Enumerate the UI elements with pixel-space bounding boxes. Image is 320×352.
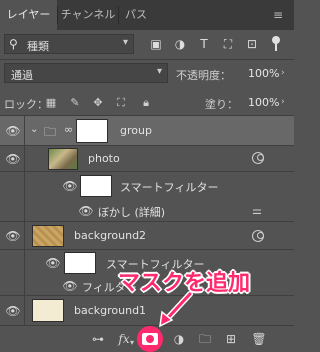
new-group-icon[interactable]: 🗀︎ [197,331,213,347]
folder-icon: 🗀︎ [44,125,57,139]
divider [24,146,25,172]
layer-row[interactable]: 👁︎ background1 [0,296,294,325]
tab-paths[interactable]: パス [119,0,153,30]
layers-toolbar: ⊶ fx ▾ ◑ 🗀︎ ⊞ 🗑︎ [0,325,294,352]
eye-icon[interactable]: 👁︎ [5,124,21,138]
lock-label: ロック： [4,98,48,111]
layer-name[interactable]: photo [88,152,120,165]
opacity-input[interactable]: 100% [248,67,279,80]
tab-channels[interactable]: チャンネル [58,0,118,30]
callout-arrow [159,291,193,328]
filter-options-icon[interactable]: ⚌ [252,204,262,217]
adjustment-layer-icon[interactable]: ◑ [171,331,187,347]
filter-name[interactable]: ぼかし (詳細) [98,204,165,220]
type-filter-icon[interactable]: T [196,36,212,52]
divider [24,276,25,296]
lock-position-icon[interactable]: ✥ [91,96,105,110]
tab-layers[interactable]: レイヤー [0,0,57,30]
filter-kind-select[interactable]: ⚲ 種類 ▾ [4,34,134,54]
blend-mode-value: 通過 [11,69,33,82]
adjustment-filter-icon[interactable]: ◑ [172,36,188,52]
smart-object-filter-icon[interactable]: ⊡ [244,36,260,52]
divider [24,250,25,276]
layer-thumbnail[interactable] [32,299,64,322]
divider [24,116,25,146]
divider [0,59,294,60]
eye-icon[interactable]: 👁︎ [78,204,94,218]
add-mask-button[interactable] [142,333,158,345]
smart-filter-mask-thumbnail[interactable] [80,175,112,197]
chevron-down-icon[interactable]: ⌄ [30,124,38,135]
divider [24,172,25,200]
pixel-filter-icon[interactable]: ▣ [148,36,164,52]
layer-mask-thumbnail[interactable] [76,119,108,143]
layer-name[interactable]: background1 [74,304,146,317]
lock-all-icon[interactable]: 🔒︎ [139,96,153,110]
link-icon: ∞ [64,123,74,136]
layers-panel: レイヤー チャンネル パス ≡ ⚲ 種類 ▾ ▣ ◑ T ⛶ ⊡ 通過 ▾ 不透… [0,0,294,352]
panel-menu-icon[interactable]: ≡ [270,8,286,22]
layer-effects-icon [252,230,264,242]
eye-icon[interactable]: 👁︎ [62,279,78,293]
shape-filter-icon[interactable]: ⛶ [220,36,236,52]
chevron-down-icon: ▾ [122,37,128,48]
panel-tabs: レイヤー チャンネル パス ≡ [0,0,294,30]
texture-thumbnail[interactable] [32,225,64,247]
layer-effects-icon [252,152,264,164]
layer-name[interactable]: group [120,124,152,137]
chevron-down-icon: ▾ [156,66,162,77]
photo-thumbnail[interactable] [48,148,78,170]
lock-artboard-icon[interactable]: ⛶ [114,96,128,110]
layer-row[interactable]: 👁︎ photo [0,146,294,172]
blend-mode-select[interactable]: 通過 ▾ [4,63,168,83]
layer-row[interactable]: 👁︎ background2 [0,222,294,250]
lock-image-icon[interactable]: ✎ [68,96,82,110]
new-layer-icon[interactable]: ⊞ [223,331,239,347]
fill-input[interactable]: 100% [248,96,279,109]
filter-kind-label: 種類 [27,40,49,53]
eye-icon[interactable]: 👁︎ [5,152,21,166]
divider [24,200,25,222]
opacity-label: 不透明度： [176,69,231,82]
link-layers-icon[interactable]: ⊶ [90,331,106,347]
lock-transparent-icon[interactable]: ▦ [44,96,58,110]
chevron-right-icon[interactable]: › [281,68,285,78]
filter-row[interactable]: 👁︎ ぼかし (詳細) ⚌ [0,200,294,222]
trash-icon[interactable]: 🗑︎ [251,331,267,347]
fill-label: 塗り： [205,98,238,111]
divider [24,296,25,325]
chevron-down-icon: ▾ [130,338,135,347]
mask-circle-icon [146,335,154,343]
divider [24,222,25,250]
search-icon: ⚲ [9,37,18,51]
eye-icon[interactable]: 👁︎ [45,256,61,270]
eye-icon[interactable]: 👁︎ [5,229,21,243]
eye-icon[interactable]: 👁︎ [5,304,21,318]
layer-row[interactable]: 👁︎ ⌄ 🗀︎ ∞ group [0,116,294,146]
chevron-right-icon[interactable]: › [281,97,285,107]
smart-filter-label: スマートフィルター [120,181,219,194]
layer-name[interactable]: background2 [74,229,146,242]
smart-filter-row[interactable]: 👁︎ スマートフィルター [0,172,294,200]
eye-icon[interactable]: 👁︎ [62,179,78,193]
filter-toggle[interactable] [269,36,283,52]
smart-filter-mask-thumbnail[interactable] [64,252,96,274]
